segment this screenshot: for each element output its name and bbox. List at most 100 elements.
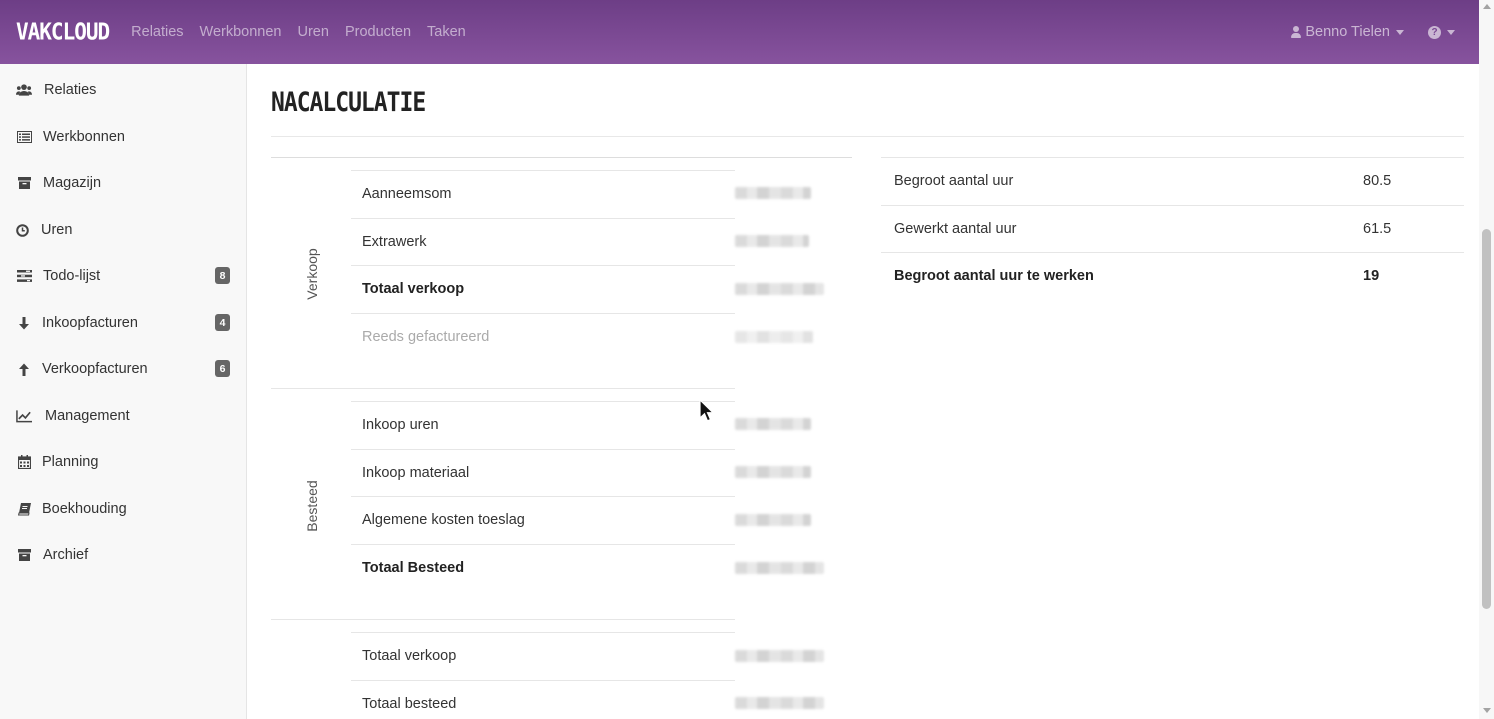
mouse-cursor-icon (699, 399, 715, 422)
row-label-aanneemsom: Aanneemsom (362, 186, 452, 202)
sidebar-item-inkoopfacturen[interactable]: Inkoopfacturen 4 (0, 300, 246, 346)
sidebar-item-planning[interactable]: Planning (0, 439, 246, 485)
row-divider (351, 218, 735, 219)
nav-link-werkbonnen[interactable]: Werkbonnen (200, 24, 282, 40)
clock-icon (14, 222, 30, 238)
user-icon (1291, 26, 1302, 38)
page-title: NACALCULATIE (271, 88, 426, 118)
hours-label-begroot: Begroot aantal uur (894, 173, 1014, 189)
nav-link-relaties[interactable]: Relaties (131, 24, 183, 40)
sidebar-item-label: Management (45, 408, 130, 424)
redacted-value (735, 514, 811, 526)
row-divider (351, 265, 735, 266)
sidebar-item-boekhouding[interactable]: Boekhouding (0, 486, 246, 532)
arrow-up-icon (16, 361, 32, 377)
vertical-scrollbar[interactable] (1479, 0, 1494, 719)
hours-label-gewerkt: Gewerkt aantal uur (894, 221, 1017, 237)
sidebar-item-label: Werkbonnen (43, 129, 125, 145)
row-divider (351, 401, 735, 402)
sidebar-item-label: Boekhouding (42, 501, 127, 517)
row-divider (351, 449, 735, 450)
list-icon (16, 129, 32, 145)
row-divider (881, 205, 1464, 206)
archive-icon (16, 175, 32, 191)
row-label-inkoop-materiaal: Inkoop materiaal (362, 465, 470, 481)
top-navbar: VAKCLOUD Relaties Werkbonnen Uren Produc… (0, 0, 1479, 64)
row-divider (351, 170, 735, 171)
nav-link-uren[interactable]: Uren (298, 24, 329, 40)
redacted-value (735, 650, 824, 662)
brand-logo[interactable]: VAKCLOUD (16, 19, 110, 45)
sidebar-item-management[interactable]: Management (0, 393, 246, 439)
table-top-border (271, 157, 852, 158)
row-divider (351, 544, 735, 545)
sidebar-item-label: Verkoopfacturen (42, 361, 148, 377)
scrollbar-thumb[interactable] (1482, 229, 1491, 609)
row-label-algemene-kosten-toeslag: Algemene kosten toeslag (362, 512, 525, 528)
title-divider (271, 136, 1464, 137)
row-label-totaal-besteed: Totaal Besteed (362, 560, 465, 576)
sidebar-item-label: Inkoopfacturen (42, 315, 138, 331)
hours-value-begroot: 80.5 (1363, 173, 1392, 189)
tasks-icon (16, 268, 32, 284)
scroll-up-arrow-icon[interactable] (1483, 4, 1491, 9)
group-label-besteed: Besteed (304, 480, 320, 532)
sidebar-item-archief[interactable]: Archief (0, 532, 246, 578)
user-name: Benno Tielen (1305, 24, 1390, 40)
redacted-value (735, 466, 811, 478)
sidebar-item-label: Archief (43, 547, 89, 563)
redacted-value (735, 697, 824, 709)
hours-table-top-border (881, 157, 1464, 158)
hours-value-gewerkt: 61.5 (1363, 221, 1392, 237)
sidebar-item-uren[interactable]: Uren (0, 207, 246, 253)
row-label-reeds-gefactureerd: Reeds gefactureerd (362, 329, 490, 345)
sidebar-item-label: Relaties (44, 82, 97, 98)
nav-link-producten[interactable]: Producten (345, 24, 411, 40)
group-divider (271, 619, 735, 620)
book-icon (16, 501, 32, 517)
row-label-totaal-verkoop-summary: Totaal verkoop (362, 648, 457, 664)
help-menu-dropdown[interactable]: ? (1428, 25, 1455, 39)
arrow-down-icon (16, 315, 32, 331)
hours-value-te-werken: 19 (1363, 268, 1380, 284)
sidebar-item-relaties[interactable]: Relaties (0, 67, 246, 113)
sidebar-item-label: Todo-lijst (43, 268, 101, 284)
redacted-value (735, 331, 813, 343)
row-divider (881, 252, 1464, 253)
archive-icon (16, 547, 32, 563)
chevron-down-icon (1447, 29, 1455, 35)
sidebar-item-label: Planning (42, 454, 99, 470)
row-divider (351, 632, 735, 633)
chevron-down-icon (1396, 29, 1404, 35)
count-badge: 8 (215, 267, 230, 284)
row-label-totaal-verkoop: Totaal verkoop (362, 281, 465, 297)
redacted-value (735, 235, 809, 247)
calendar-icon (16, 454, 32, 470)
row-divider (351, 680, 735, 681)
sidebar-item-todo-lijst[interactable]: Todo-lijst 8 (0, 253, 246, 299)
redacted-value (735, 283, 824, 295)
row-label-totaal-besteed-summary: Totaal besteed (362, 696, 457, 712)
sidebar: Relaties Werkbonnen Magazijn Uren Todo-l… (0, 64, 247, 719)
scroll-down-arrow-icon[interactable] (1483, 708, 1491, 713)
sidebar-item-werkbonnen[interactable]: Werkbonnen (0, 114, 246, 160)
redacted-value (735, 562, 824, 574)
group-divider (271, 388, 735, 389)
count-badge: 6 (215, 360, 230, 377)
row-label-extrawerk: Extrawerk (362, 234, 427, 250)
user-menu-dropdown[interactable]: Benno Tielen (1291, 24, 1404, 40)
question-circle-icon: ? (1428, 25, 1441, 39)
redacted-value (735, 187, 811, 199)
sidebar-item-magazijn[interactable]: Magazijn (0, 160, 246, 206)
hours-label-te-werken: Begroot aantal uur te werken (894, 268, 1094, 284)
users-icon (16, 82, 32, 98)
sidebar-item-label: Uren (41, 222, 73, 238)
row-divider (351, 496, 735, 497)
row-label-inkoop-uren: Inkoop uren (362, 417, 439, 433)
count-badge: 4 (215, 314, 230, 331)
nav-link-taken[interactable]: Taken (427, 24, 466, 40)
redacted-value (735, 418, 811, 430)
sidebar-item-label: Magazijn (43, 175, 102, 191)
sidebar-item-verkoopfacturen[interactable]: Verkoopfacturen 6 (0, 346, 246, 392)
group-label-verkoop: Verkoop (304, 248, 320, 300)
